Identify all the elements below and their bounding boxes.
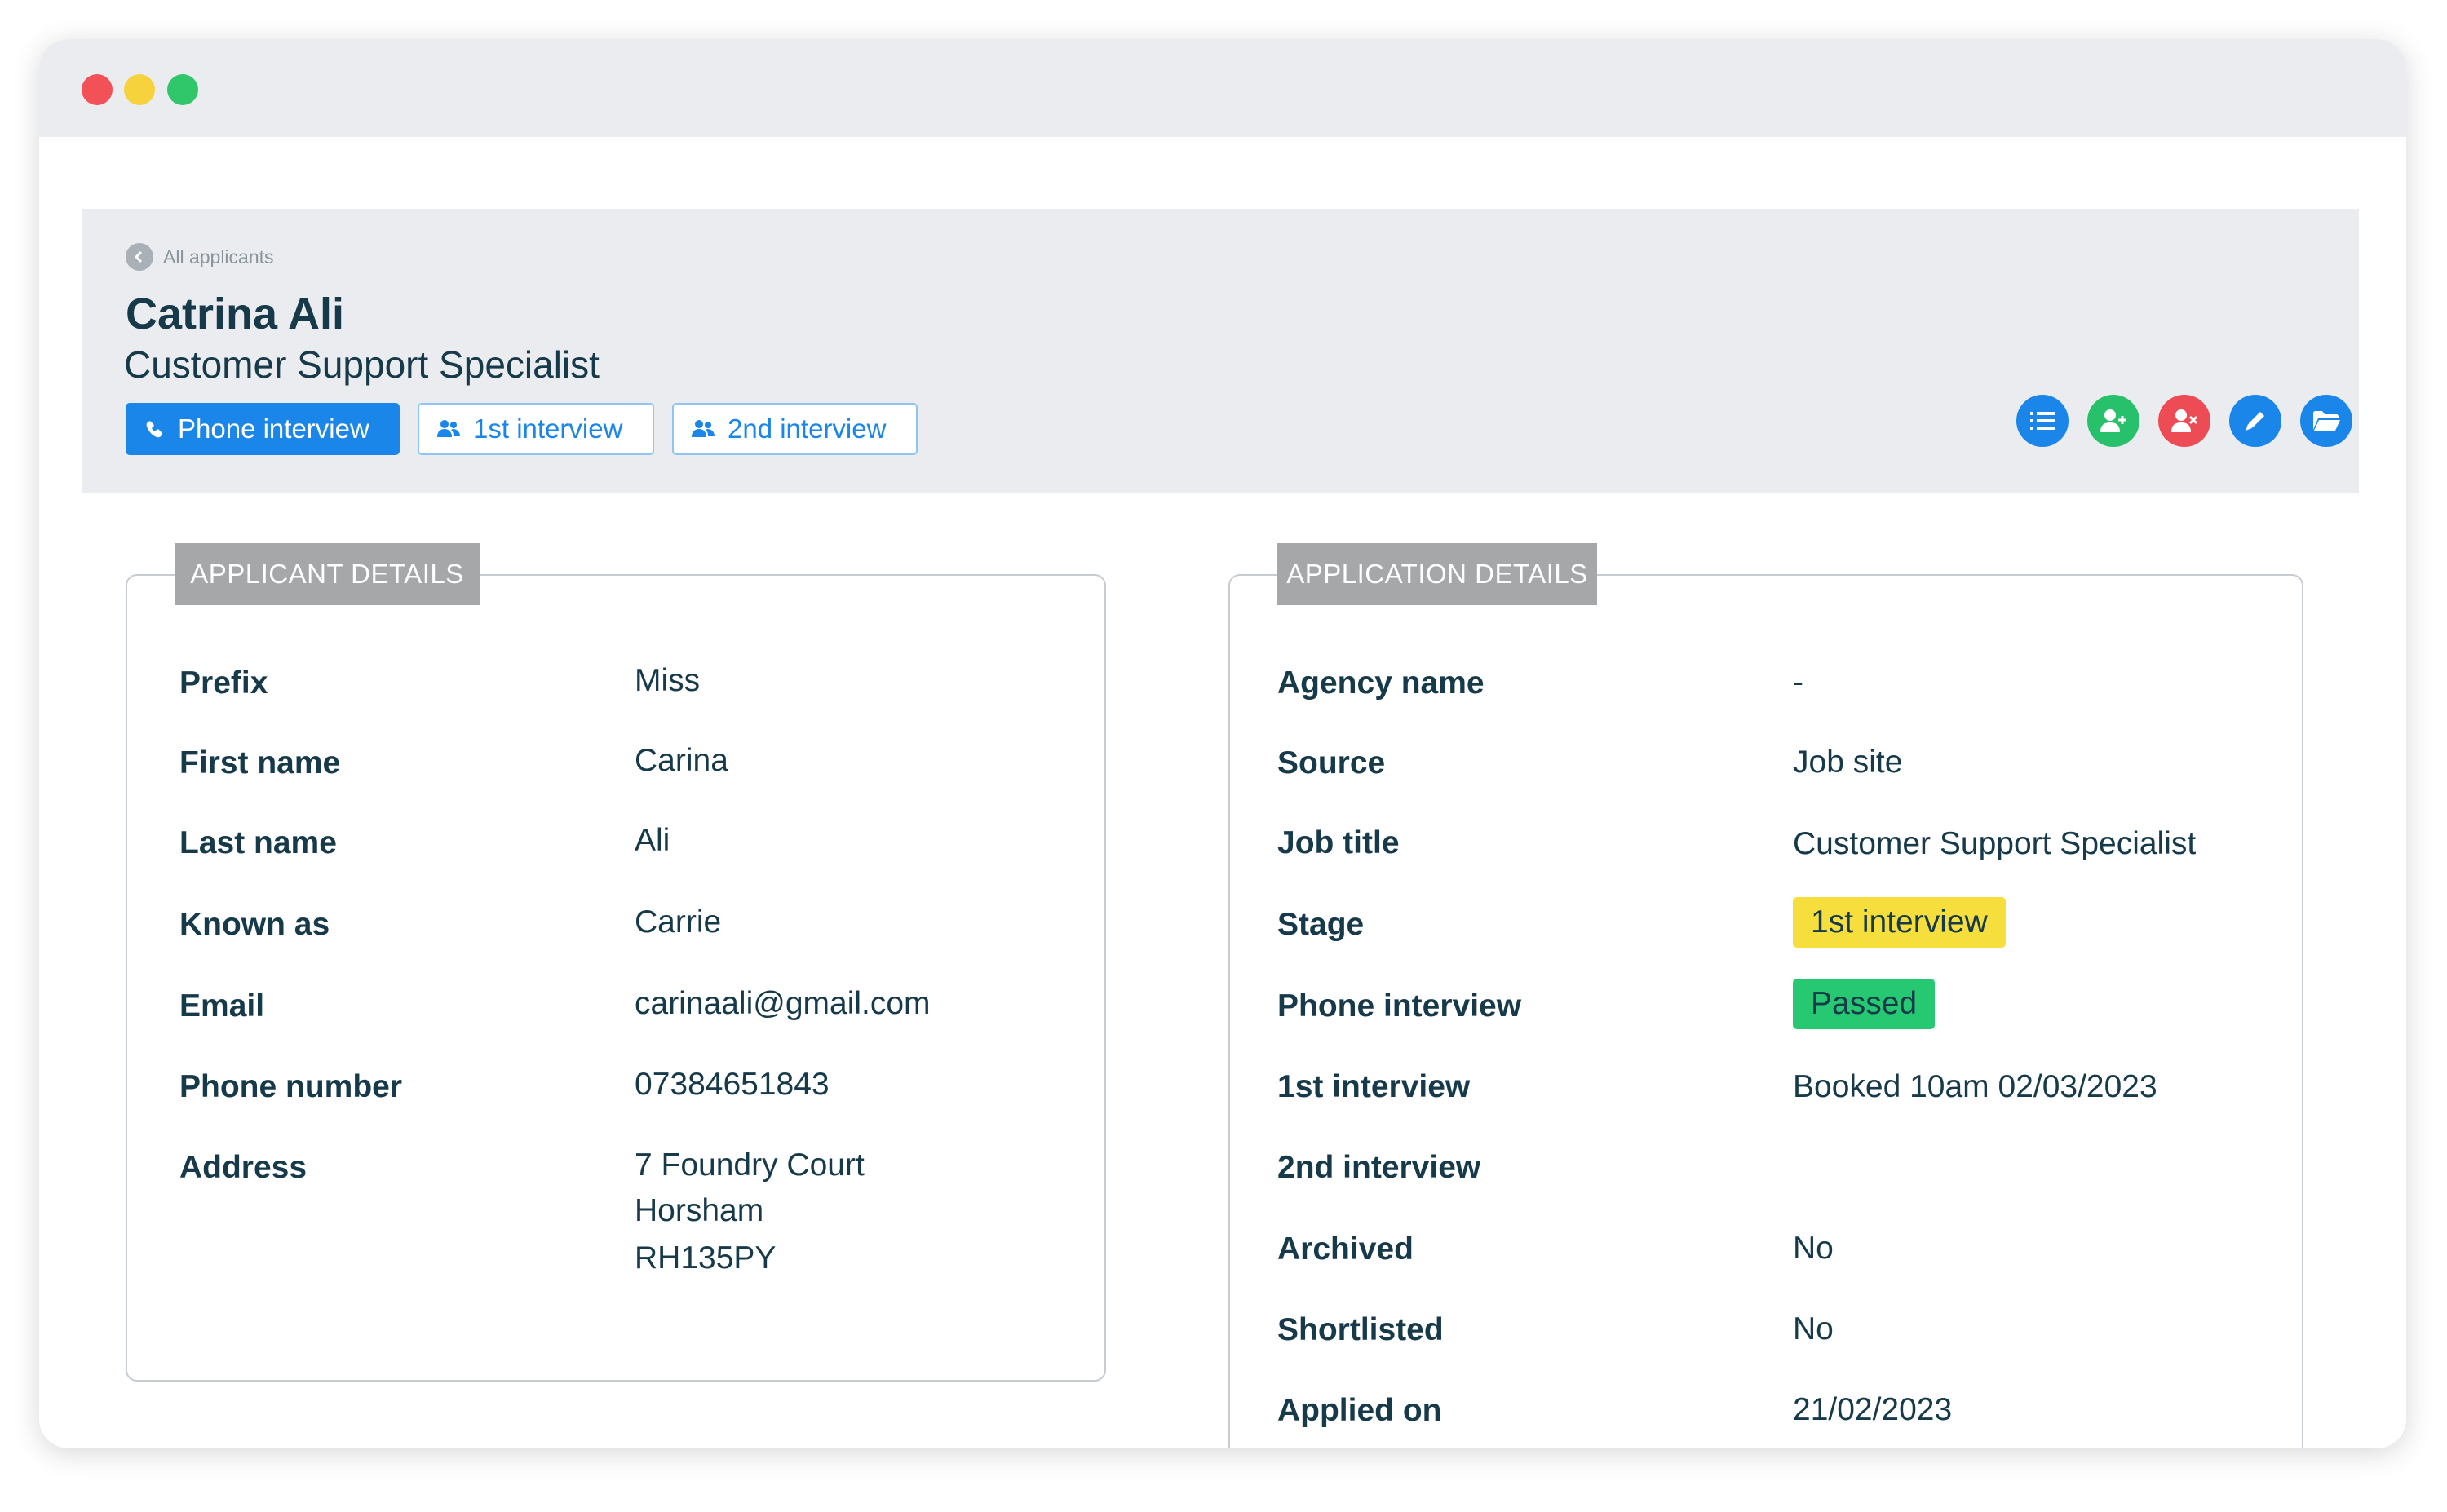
field-label: 2nd interview — [1277, 1150, 1481, 1185]
field-value: - — [1793, 665, 1803, 700]
applicant-job-title: Customer Support Specialist — [124, 343, 600, 386]
arrow-left-icon — [126, 243, 153, 271]
field-label: Source — [1277, 745, 1386, 780]
application-details-card: APPLICATION DETAILS Agency name - Source… — [1228, 543, 2303, 1448]
users-icon — [437, 420, 460, 437]
applicant-details-title: APPLICANT DETAILS — [175, 543, 480, 605]
field-label: Shortlisted — [1277, 1312, 1444, 1347]
field-value: No — [1793, 1311, 1834, 1346]
list-icon — [2030, 412, 2055, 430]
field-label: Job title — [1277, 825, 1400, 860]
field-value: Miss — [635, 663, 701, 698]
reject-button[interactable] — [2158, 395, 2210, 447]
status-badge: Passed — [1793, 979, 1936, 1029]
phone-icon — [146, 421, 162, 438]
users-icon — [692, 420, 715, 437]
maximize-window-button[interactable] — [167, 74, 198, 105]
breadcrumb-label: All applicants — [163, 245, 274, 267]
field-value: Job site — [1793, 745, 1903, 780]
field-value: Carrie — [635, 904, 722, 939]
tab-label: Phone interview — [178, 413, 369, 444]
tab-1st-interview[interactable]: 1st interview — [418, 403, 654, 455]
field-label: Phone interview — [1277, 988, 1522, 1023]
browser-window: All applicants Catrina Ali Customer Supp… — [39, 39, 2406, 1448]
field-label: Email — [179, 988, 265, 1023]
applicant-header: All applicants Catrina Ali Customer Supp… — [82, 209, 2359, 493]
action-buttons — [2016, 395, 2352, 447]
field-label: First name — [179, 745, 341, 780]
field-label: Prefix — [179, 665, 268, 701]
field-value: carinaali@gmail.com — [635, 986, 931, 1021]
tab-label: 2nd interview — [728, 413, 887, 444]
address-line: 7 Foundry Court — [635, 1147, 865, 1183]
edit-button[interactable] — [2229, 395, 2281, 447]
field-value: Booked 10am 02/03/2023 — [1793, 1069, 2157, 1104]
field-value: Customer Support Specialist — [1793, 826, 2197, 861]
shortlist-button[interactable] — [2087, 395, 2139, 447]
stage-badge: 1st interview — [1793, 897, 2006, 948]
field-value: 21/02/2023 — [1793, 1392, 1953, 1427]
field-label: Last name — [179, 825, 337, 860]
field-value: Ali — [635, 823, 670, 858]
close-window-button[interactable] — [82, 74, 113, 105]
field-value: No — [1793, 1231, 1834, 1266]
breadcrumb-all-applicants[interactable]: All applicants — [126, 243, 274, 271]
application-details-title: APPLICATION DETAILS — [1277, 543, 1597, 605]
tab-label: 1st interview — [473, 413, 623, 444]
applicant-details-card: APPLICANT DETAILS Prefix Miss First name… — [126, 543, 1106, 1382]
field-label: Applied on — [1277, 1393, 1442, 1428]
user-plus-icon — [2100, 409, 2126, 432]
field-label: Stage — [1277, 907, 1365, 942]
stage-tabs: Phone interview 1st interview 2nd interv… — [126, 403, 918, 455]
applicant-name: Catrina Ali — [126, 290, 345, 338]
tab-2nd-interview[interactable]: 2nd interview — [672, 403, 918, 455]
window-titlebar — [39, 39, 2406, 137]
address-line: RH135PY — [635, 1240, 777, 1275]
field-label: Archived — [1277, 1231, 1414, 1267]
address-line: Horsham — [635, 1193, 764, 1228]
pencil-icon — [2246, 412, 2264, 431]
field-label: Agency name — [1277, 665, 1485, 701]
minimize-window-button[interactable] — [124, 74, 155, 105]
folder-icon — [2313, 411, 2340, 431]
field-value: 07384651843 — [635, 1067, 830, 1102]
field-label: Known as — [179, 907, 330, 942]
list-button[interactable] — [2016, 395, 2069, 447]
field-label: 1st interview — [1277, 1069, 1471, 1104]
folder-button[interactable] — [2300, 395, 2352, 447]
field-label: Phone number — [179, 1069, 403, 1104]
user-remove-icon — [2171, 409, 2198, 432]
field-value: Carina — [635, 743, 728, 778]
field-label: Address — [179, 1150, 308, 1185]
tab-phone-interview[interactable]: Phone interview — [126, 403, 400, 455]
